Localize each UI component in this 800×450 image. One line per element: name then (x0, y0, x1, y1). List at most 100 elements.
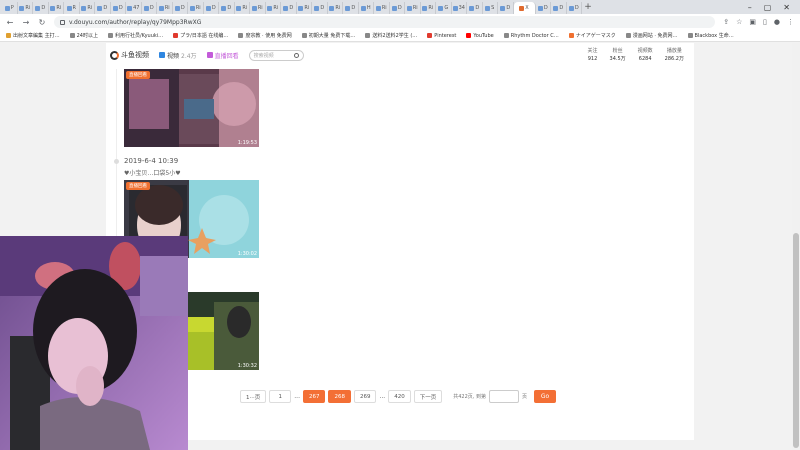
go-button[interactable]: Go (533, 390, 556, 403)
browser-tab[interactable]: D (343, 2, 359, 14)
search-icon[interactable] (293, 52, 299, 58)
bookmark-10[interactable]: Rhythm Doctor C… (503, 33, 559, 39)
video-thumbnail[interactable]: 直播回看 1:19:53 (124, 69, 259, 147)
browser-tab[interactable]: D (204, 2, 219, 14)
browser-tab[interactable]: P (2, 2, 18, 14)
bookmark-5[interactable]: 度宗教 · 使用 免费网 (238, 32, 292, 39)
bookmark-12[interactable]: 漫画网站 · 免费网… (625, 32, 678, 39)
browser-tab[interactable]: Ri (266, 2, 281, 14)
tab-label: P (10, 5, 14, 11)
bookmark-youtube[interactable]: YouTube (466, 33, 494, 39)
bookmark-pinterest[interactable]: Pinterest (427, 33, 456, 39)
search-input[interactable]: 搜索视频 (248, 49, 304, 61)
browser-tab[interactable]: D (111, 2, 126, 14)
browser-tab[interactable]: Ri (49, 2, 64, 14)
video-duration: 1:19:53 (237, 140, 257, 146)
profile-icon[interactable]: ● (774, 18, 780, 26)
bookmark-13[interactable]: Blackbox 生命… (687, 32, 734, 39)
browser-tab[interactable]: D (467, 2, 483, 14)
scrollbar-thumb[interactable] (793, 233, 799, 448)
bookmarks-bar: 出射文章編集 主打… 24时以上 利用行社员/Kyuuki… プラ/日本語 在线… (0, 30, 800, 42)
browser-tab[interactable]: D (33, 2, 49, 14)
bookmark-star-icon[interactable]: ☆ (736, 18, 742, 26)
browser-tab[interactable]: Ri (250, 2, 266, 14)
browser-tab[interactable]: Ri (405, 2, 421, 14)
post-title[interactable]: ♥小宝贝…口袋5小♥ (124, 168, 181, 177)
share-icon[interactable]: ⇪ (723, 18, 729, 26)
close-window-button[interactable]: ✕ (783, 3, 790, 12)
browser-tab[interactable]: Ri (374, 2, 390, 14)
browser-tab[interactable]: Ri (157, 2, 173, 14)
browser-tab[interactable]: D (142, 2, 157, 14)
tab-label: Ri (428, 5, 434, 11)
browser-tab[interactable]: D (219, 2, 235, 14)
browser-tab[interactable]: D (551, 2, 567, 14)
tab-favicon (251, 5, 257, 11)
browser-tab[interactable]: Ri (297, 2, 312, 14)
site-logo[interactable]: 斗鱼视频 (110, 50, 149, 60)
browser-tab[interactable]: D (95, 2, 111, 14)
browser-tab[interactable]: Ri (421, 2, 436, 14)
browser-tab[interactable]: D (390, 2, 405, 14)
page-jump-input[interactable] (488, 390, 519, 403)
sidepanel-icon[interactable]: ▯ (763, 18, 767, 26)
toolbar-icons: ⇪ ☆ ▣ ▯ ● ⋮ (723, 18, 794, 26)
browser-tab[interactable]: D (567, 2, 582, 14)
video-duration: 1:30:02 (237, 251, 257, 257)
tab-label: D (211, 5, 216, 11)
browser-tab[interactable]: 34 (452, 2, 467, 14)
next-page-button[interactable]: 下一页 (413, 390, 443, 403)
tab-favicon (553, 5, 559, 11)
browser-tab[interactable]: Ri (188, 2, 204, 14)
bookmark-7[interactable]: 送料2送料2学生 (… (365, 32, 417, 39)
browser-tab[interactable]: S (483, 2, 498, 14)
nav-live-replay[interactable]: 直播回看 (206, 51, 239, 60)
reload-icon[interactable]: ↻ (38, 18, 46, 27)
maximize-button[interactable]: ▢ (764, 3, 772, 12)
tab-favicon (283, 5, 289, 11)
page-next-button[interactable]: 269 (353, 390, 377, 403)
browser-tab[interactable]: Ri (18, 2, 33, 14)
tab-label: D (227, 5, 232, 11)
browser-tab[interactable]: Ri (328, 2, 343, 14)
bookmark-11[interactable]: ナイアゲーマスク (568, 32, 616, 39)
bookmark-4[interactable]: プラ/日本語 在线编… (173, 32, 228, 39)
bookmark-3[interactable]: 利用行社员/Kyuuki… (107, 32, 163, 39)
tab-favicon (50, 5, 56, 11)
minimize-button[interactable]: – (748, 3, 752, 12)
page-1-button[interactable]: 1 (269, 390, 292, 403)
browser-tab[interactable]: D (536, 2, 551, 14)
bookmark-1[interactable]: 出射文章編集 主打… (6, 32, 60, 39)
browser-tab[interactable]: D (312, 2, 328, 14)
extensions-icon[interactable]: ▣ (749, 18, 756, 26)
page-current-button[interactable]: 268 (328, 390, 351, 403)
bookmark-6[interactable]: 初期大量 免费下载… (301, 32, 355, 39)
tab-label: Ri (56, 5, 62, 11)
forward-icon[interactable]: → (22, 18, 30, 27)
browser-tab[interactable]: G (436, 2, 452, 14)
browser-tab[interactable]: Ri (80, 2, 95, 14)
page-prev-button[interactable]: 267 (302, 390, 326, 403)
browser-tab[interactable]: X (513, 2, 536, 14)
browser-tab[interactable]: D (498, 2, 514, 14)
tab-label: D (475, 5, 480, 11)
back-icon[interactable]: ← (6, 18, 14, 27)
bookmark-2[interactable]: 24时以上 (69, 32, 98, 39)
browser-tab[interactable]: R (64, 2, 80, 14)
browser-tab[interactable]: H (359, 2, 374, 14)
menu-icon[interactable]: ⋮ (787, 18, 794, 26)
tab-label: 34 (458, 5, 465, 11)
first-page-button[interactable]: 1···页 (240, 390, 267, 403)
browser-tab[interactable]: D (281, 2, 297, 14)
last-page-button[interactable]: 420 (388, 390, 411, 403)
address-bar[interactable]: v.douyu.com/author/replay/qy79Mpp3RwXG (54, 16, 716, 28)
tab-favicon (143, 5, 149, 11)
live-icon (206, 52, 213, 58)
tab-favicon (298, 5, 304, 11)
browser-tab[interactable]: 47 (126, 2, 142, 14)
browser-tab[interactable]: D (173, 2, 188, 14)
browser-tab[interactable]: Ri (235, 2, 250, 14)
new-tab-button[interactable]: + (582, 2, 594, 12)
page-scrollbar[interactable] (792, 43, 800, 450)
nav-video[interactable]: 视频 2.4万 (159, 51, 197, 60)
